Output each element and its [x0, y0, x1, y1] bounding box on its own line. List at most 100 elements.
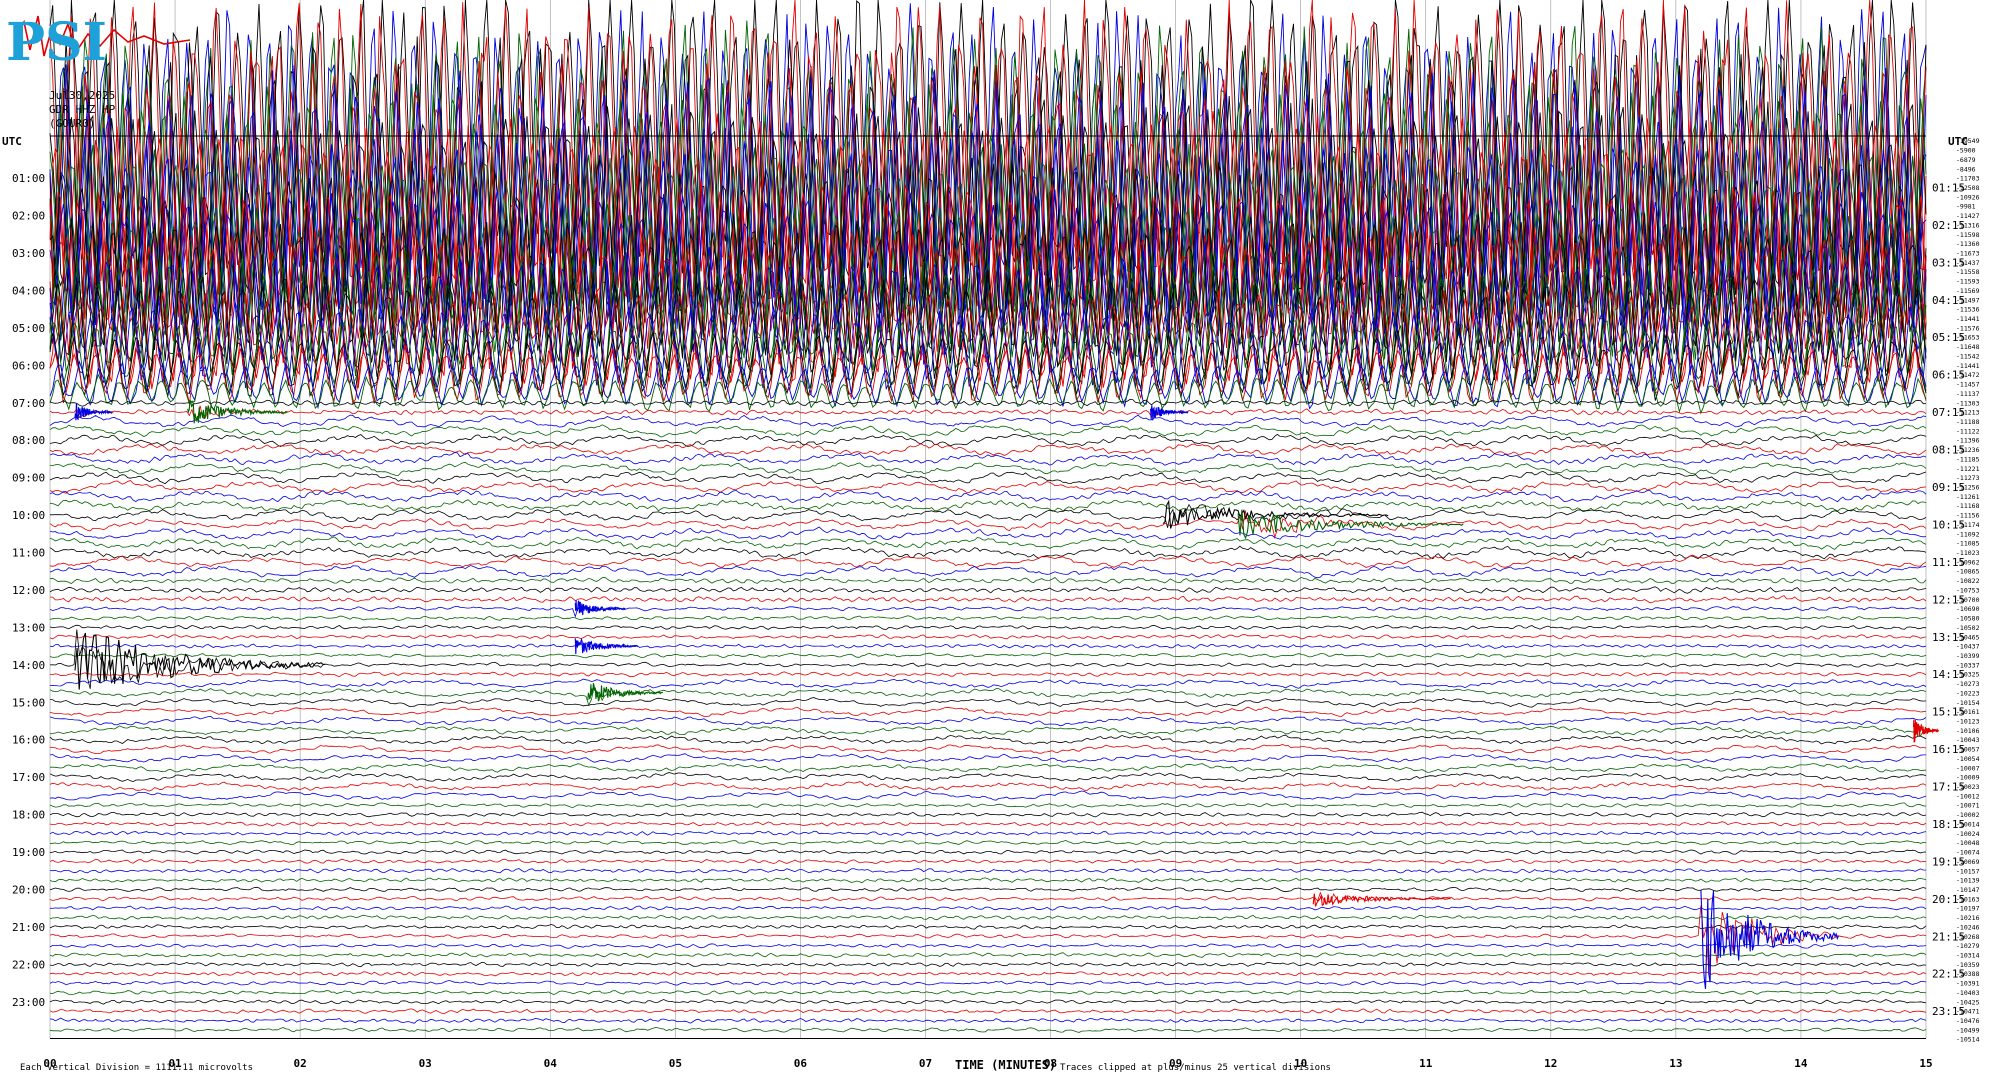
trace-offset-label: -10154: [1956, 699, 1980, 707]
left-time-label: 20:00: [12, 883, 45, 896]
trace-offset-label: -10926: [1956, 193, 1980, 201]
trace-offset-label: -11648: [1956, 343, 1980, 351]
trace-row: [49, 398, 1927, 407]
trace-row: [49, 641, 1927, 650]
trace-row: [49, 914, 1927, 921]
left-time-label: 02:00: [12, 210, 45, 223]
trace-row: [49, 905, 1927, 911]
trace-row: [49, 772, 1927, 783]
left-time-label: 03:00: [12, 247, 45, 260]
trace-offset-label: -11427: [1956, 212, 1980, 220]
xaxis-title: TIME (MINUTES): [955, 1058, 1057, 1072]
left-time-label: 05:00: [12, 322, 45, 335]
trace-offset-label: -10009: [1956, 774, 1980, 782]
trace-offset-label: -10388: [1956, 970, 1980, 978]
trace-row: [49, 753, 1926, 764]
trace-offset-label: -11092: [1956, 530, 1980, 538]
trace-offset-label: -10012: [1956, 792, 1980, 800]
trace-row: [49, 952, 1927, 958]
trace-row: [49, 924, 1927, 930]
trace-offset-label: -19549: [1956, 137, 1980, 145]
x-tick-label: 11: [1419, 1057, 1433, 1070]
trace-offset-label: -10865: [1956, 568, 1980, 576]
trace-offset-label: -11213: [1956, 409, 1980, 417]
trace-offset-label: -10359: [1956, 961, 1980, 969]
left-time-label: 22:00: [12, 958, 45, 971]
trace-offset-label: -11457: [1956, 381, 1980, 389]
trace-row: [49, 802, 1927, 809]
trace-offset-label: -11396: [1956, 437, 1980, 445]
trace-offset-label: -11303: [1956, 399, 1980, 407]
trace-row: [49, 877, 1927, 884]
trace-row: [49, 790, 1927, 801]
left-time-label: 10:00: [12, 509, 45, 522]
psi-logo: PSI: [6, 12, 191, 68]
x-tick-label: 06: [794, 1057, 808, 1070]
trace-offset-label: -10279: [1956, 942, 1980, 950]
trace-row: [49, 961, 1927, 968]
trace-offset-label: -11261: [1956, 493, 1980, 501]
trace-row: [49, 470, 1927, 485]
trace-offset-label: -10043: [1956, 736, 1980, 744]
left-time-label: 16:00: [12, 734, 45, 747]
left-time-label: 15:00: [12, 696, 45, 709]
trace-offset-label: -11085: [1956, 540, 1980, 548]
header-date: Jul30,2025: [49, 89, 116, 102]
x-tick-label: 05: [669, 1057, 682, 1070]
trace-row: [49, 942, 1927, 949]
left-time-label: 01:00: [12, 172, 45, 185]
trace-offset-label: -10071: [1956, 802, 1980, 810]
trace-row: [49, 999, 1927, 1005]
trace-offset-label: -10014: [1956, 820, 1980, 828]
trace-offset-label: -11673: [1956, 250, 1980, 258]
trace-offset-label: -10002: [1956, 811, 1980, 819]
trace-offset-label: -11542: [1956, 352, 1980, 360]
trace-row: [50, 595, 1927, 604]
left-time-label: 18:00: [12, 809, 45, 822]
left-time-label: 07:00: [12, 397, 45, 410]
header-channel: GDR HHZ HP: [49, 103, 116, 116]
trace-offset-label: -10502: [1956, 624, 1980, 632]
left-time-label: 19:00: [12, 846, 45, 859]
trace-offset-label: -10157: [1956, 867, 1980, 875]
trace-offset-label: -5900: [1956, 147, 1976, 155]
trace-offset-label: -10700: [1956, 596, 1980, 604]
trace-offset-label: -11316: [1956, 221, 1980, 229]
trace-offset-label: -11703: [1956, 175, 1980, 183]
trace-offset-label: -10161: [1956, 708, 1980, 716]
trace-row: [49, 452, 1927, 466]
left-time-label: 23:00: [12, 996, 45, 1009]
trace-offset-label: -10106: [1956, 727, 1980, 735]
event-waveform: [574, 637, 639, 655]
trace-row: [49, 886, 1927, 893]
trace-offset-label: -10273: [1956, 680, 1980, 688]
left-time-label: 14:00: [12, 659, 45, 672]
trace-row: [49, 404, 1927, 422]
trace-offset-label: -11497: [1956, 296, 1980, 304]
header-station: (GOUR0): [49, 117, 96, 130]
x-tick-label: 03: [419, 1057, 432, 1070]
trace-row: [49, 545, 1927, 560]
trace-offset-label: -11188: [1956, 418, 1980, 426]
trace-offset-label: -10197: [1956, 905, 1980, 913]
trace-row: [49, 499, 1927, 513]
trace-row: [49, 781, 1927, 792]
trace-row: [49, 604, 1927, 618]
trace-offset-label: -11472: [1956, 371, 1980, 379]
trace-row: [49, 830, 1927, 837]
trace-row: [49, 414, 1927, 428]
trace-row: [49, 734, 1927, 745]
trace-row: [49, 634, 1927, 640]
trace-offset-label: -10425: [1956, 998, 1980, 1006]
trace-row: [49, 839, 1927, 846]
trace-row: [49, 433, 1927, 448]
trace-row: [49, 678, 1927, 689]
trace-row: [49, 565, 1927, 579]
trace-row: [49, 554, 1927, 568]
trace-row: [49, 868, 1927, 874]
left-time-label: 06:00: [12, 359, 45, 372]
left-time-label: 11:00: [12, 547, 45, 560]
trace-row: [49, 715, 1927, 727]
trace-row: [49, 536, 1927, 550]
trace-offset-label: -10268: [1956, 933, 1980, 941]
